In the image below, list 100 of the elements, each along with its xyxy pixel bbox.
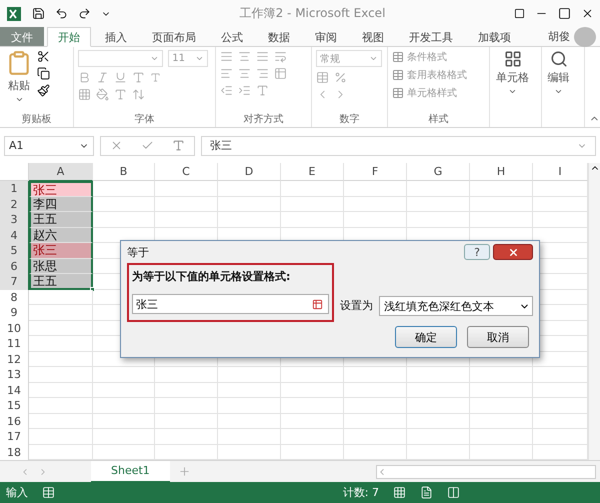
- table-cell: [470, 382, 533, 398]
- formula-field[interactable]: 张三: [201, 136, 596, 156]
- column-header[interactable]: C: [155, 163, 218, 181]
- add-sheet-icon[interactable]: [178, 465, 191, 478]
- help-button[interactable]: ?: [464, 244, 490, 260]
- ribbon-tab[interactable]: 公式: [210, 27, 254, 46]
- merge-icon[interactable]: [274, 67, 287, 80]
- table-cell: [407, 429, 470, 444]
- table-cell: [155, 429, 218, 444]
- paste-button[interactable]: 粘贴: [4, 50, 34, 112]
- table-cell: [344, 382, 407, 398]
- mode-status: 输入: [6, 485, 28, 500]
- table-cell: [470, 414, 533, 429]
- ribbon-tab[interactable]: 视图: [351, 27, 395, 46]
- ribbon-tab[interactable]: 审阅: [304, 27, 348, 46]
- sheet-tab[interactable]: Sheet1: [91, 460, 170, 482]
- copy-icon[interactable]: [37, 67, 50, 80]
- ribbon-tab[interactable]: 插入: [94, 27, 138, 46]
- table-cell: [281, 196, 344, 212]
- dialog-button[interactable]: 取消: [467, 326, 529, 348]
- table-cell: [344, 429, 407, 444]
- table-cell: [470, 196, 533, 212]
- user-name[interactable]: 胡俊: [548, 29, 574, 44]
- table-cell: [218, 181, 281, 196]
- maximize-icon[interactable]: [558, 7, 571, 20]
- row-header[interactable]: 4: [0, 228, 29, 243]
- table-cell: [407, 181, 470, 196]
- vertical-scrollbar[interactable]: [588, 163, 600, 460]
- spreadsheet-logo-icon[interactable]: [6, 6, 22, 22]
- table-cell: [155, 414, 218, 429]
- row-header[interactable]: 8: [0, 290, 29, 305]
- column-header[interactable]: B: [93, 163, 155, 181]
- table-cell: [155, 367, 218, 382]
- ribbon-button[interactable]: 单元格: [494, 50, 531, 112]
- table-cell: [407, 382, 470, 398]
- table-cell: [407, 367, 470, 382]
- ribbon-tab[interactable]: 文件: [0, 27, 44, 46]
- ribbon-tab[interactable]: 开发工具: [398, 27, 464, 46]
- table-cell: 王五: [29, 274, 93, 290]
- save-icon[interactable]: [32, 7, 45, 20]
- column-header[interactable]: G: [407, 163, 470, 181]
- brush-icon[interactable]: [37, 84, 50, 97]
- table-cell: [470, 429, 533, 444]
- align-left-icon[interactable]: [220, 67, 233, 80]
- close-button[interactable]: [493, 244, 533, 260]
- page-break-icon[interactable]: [447, 486, 460, 499]
- border-icon[interactable]: [78, 88, 92, 101]
- fill-color-icon[interactable]: [96, 88, 110, 101]
- table-cell: [93, 398, 155, 414]
- column-header[interactable]: E: [281, 163, 344, 181]
- redo-icon[interactable]: [78, 7, 91, 20]
- table-cell: [218, 414, 281, 429]
- bold-icon[interactable]: [78, 71, 92, 84]
- dialog-button[interactable]: 确定: [395, 326, 457, 348]
- align-center-icon[interactable]: [238, 67, 251, 80]
- page-layout-icon[interactable]: [420, 486, 433, 499]
- table-icon: [392, 87, 404, 99]
- normal-view-icon[interactable]: [393, 486, 406, 499]
- column-header[interactable]: I: [533, 163, 588, 181]
- table-cell: [218, 196, 281, 212]
- wrap-text-icon[interactable]: [274, 50, 287, 63]
- percent-icon[interactable]: [334, 71, 347, 84]
- group-label: 对齐方式: [242, 112, 284, 127]
- table-cell: [93, 212, 155, 228]
- ribbon-tab[interactable]: 加载项: [467, 27, 522, 46]
- name-box[interactable]: A1: [4, 136, 94, 156]
- ribbon-tab[interactable]: 页面布局: [141, 27, 207, 46]
- row-header[interactable]: 7: [0, 274, 29, 290]
- align-right-icon[interactable]: [256, 67, 269, 80]
- indent-decrease-icon[interactable]: [220, 84, 233, 97]
- ribbon-tab[interactable]: 开始: [47, 27, 91, 47]
- horizontal-scrollbar[interactable]: [376, 464, 596, 478]
- close-icon[interactable]: [581, 7, 594, 20]
- ribbon-tab[interactable]: 数据: [257, 27, 301, 46]
- align-middle-icon[interactable]: [238, 50, 251, 63]
- italic-icon[interactable]: [96, 71, 110, 84]
- table-cell: 张三: [29, 243, 93, 258]
- table-cell: [155, 196, 218, 212]
- column-header[interactable]: H: [470, 163, 533, 181]
- column-header[interactable]: F: [344, 163, 407, 181]
- row-header[interactable]: 3: [0, 212, 29, 228]
- row-header[interactable]: 2: [0, 196, 29, 212]
- column-header[interactable]: A: [29, 163, 93, 181]
- underline-icon[interactable]: [114, 71, 128, 84]
- font-name-combo[interactable]: [78, 50, 164, 67]
- format-dropdown[interactable]: 浅红填充色深红色文本: [379, 296, 533, 316]
- table-cell: [218, 382, 281, 398]
- cancel-icon[interactable]: [110, 139, 123, 152]
- table-cell: 张思: [29, 258, 93, 274]
- ribbon-button[interactable]: 编辑: [546, 50, 572, 112]
- undo-icon[interactable]: [55, 7, 68, 20]
- indent-increase-icon[interactable]: [238, 84, 251, 97]
- table-cell: [93, 429, 155, 444]
- row-header[interactable]: 1: [0, 181, 29, 196]
- row-header[interactable]: 6: [0, 258, 29, 274]
- table-cell: [281, 382, 344, 398]
- table-cell: [93, 382, 155, 398]
- cut-icon[interactable]: [37, 50, 50, 63]
- row-header[interactable]: 5: [0, 243, 29, 258]
- column-header[interactable]: D: [218, 163, 281, 181]
